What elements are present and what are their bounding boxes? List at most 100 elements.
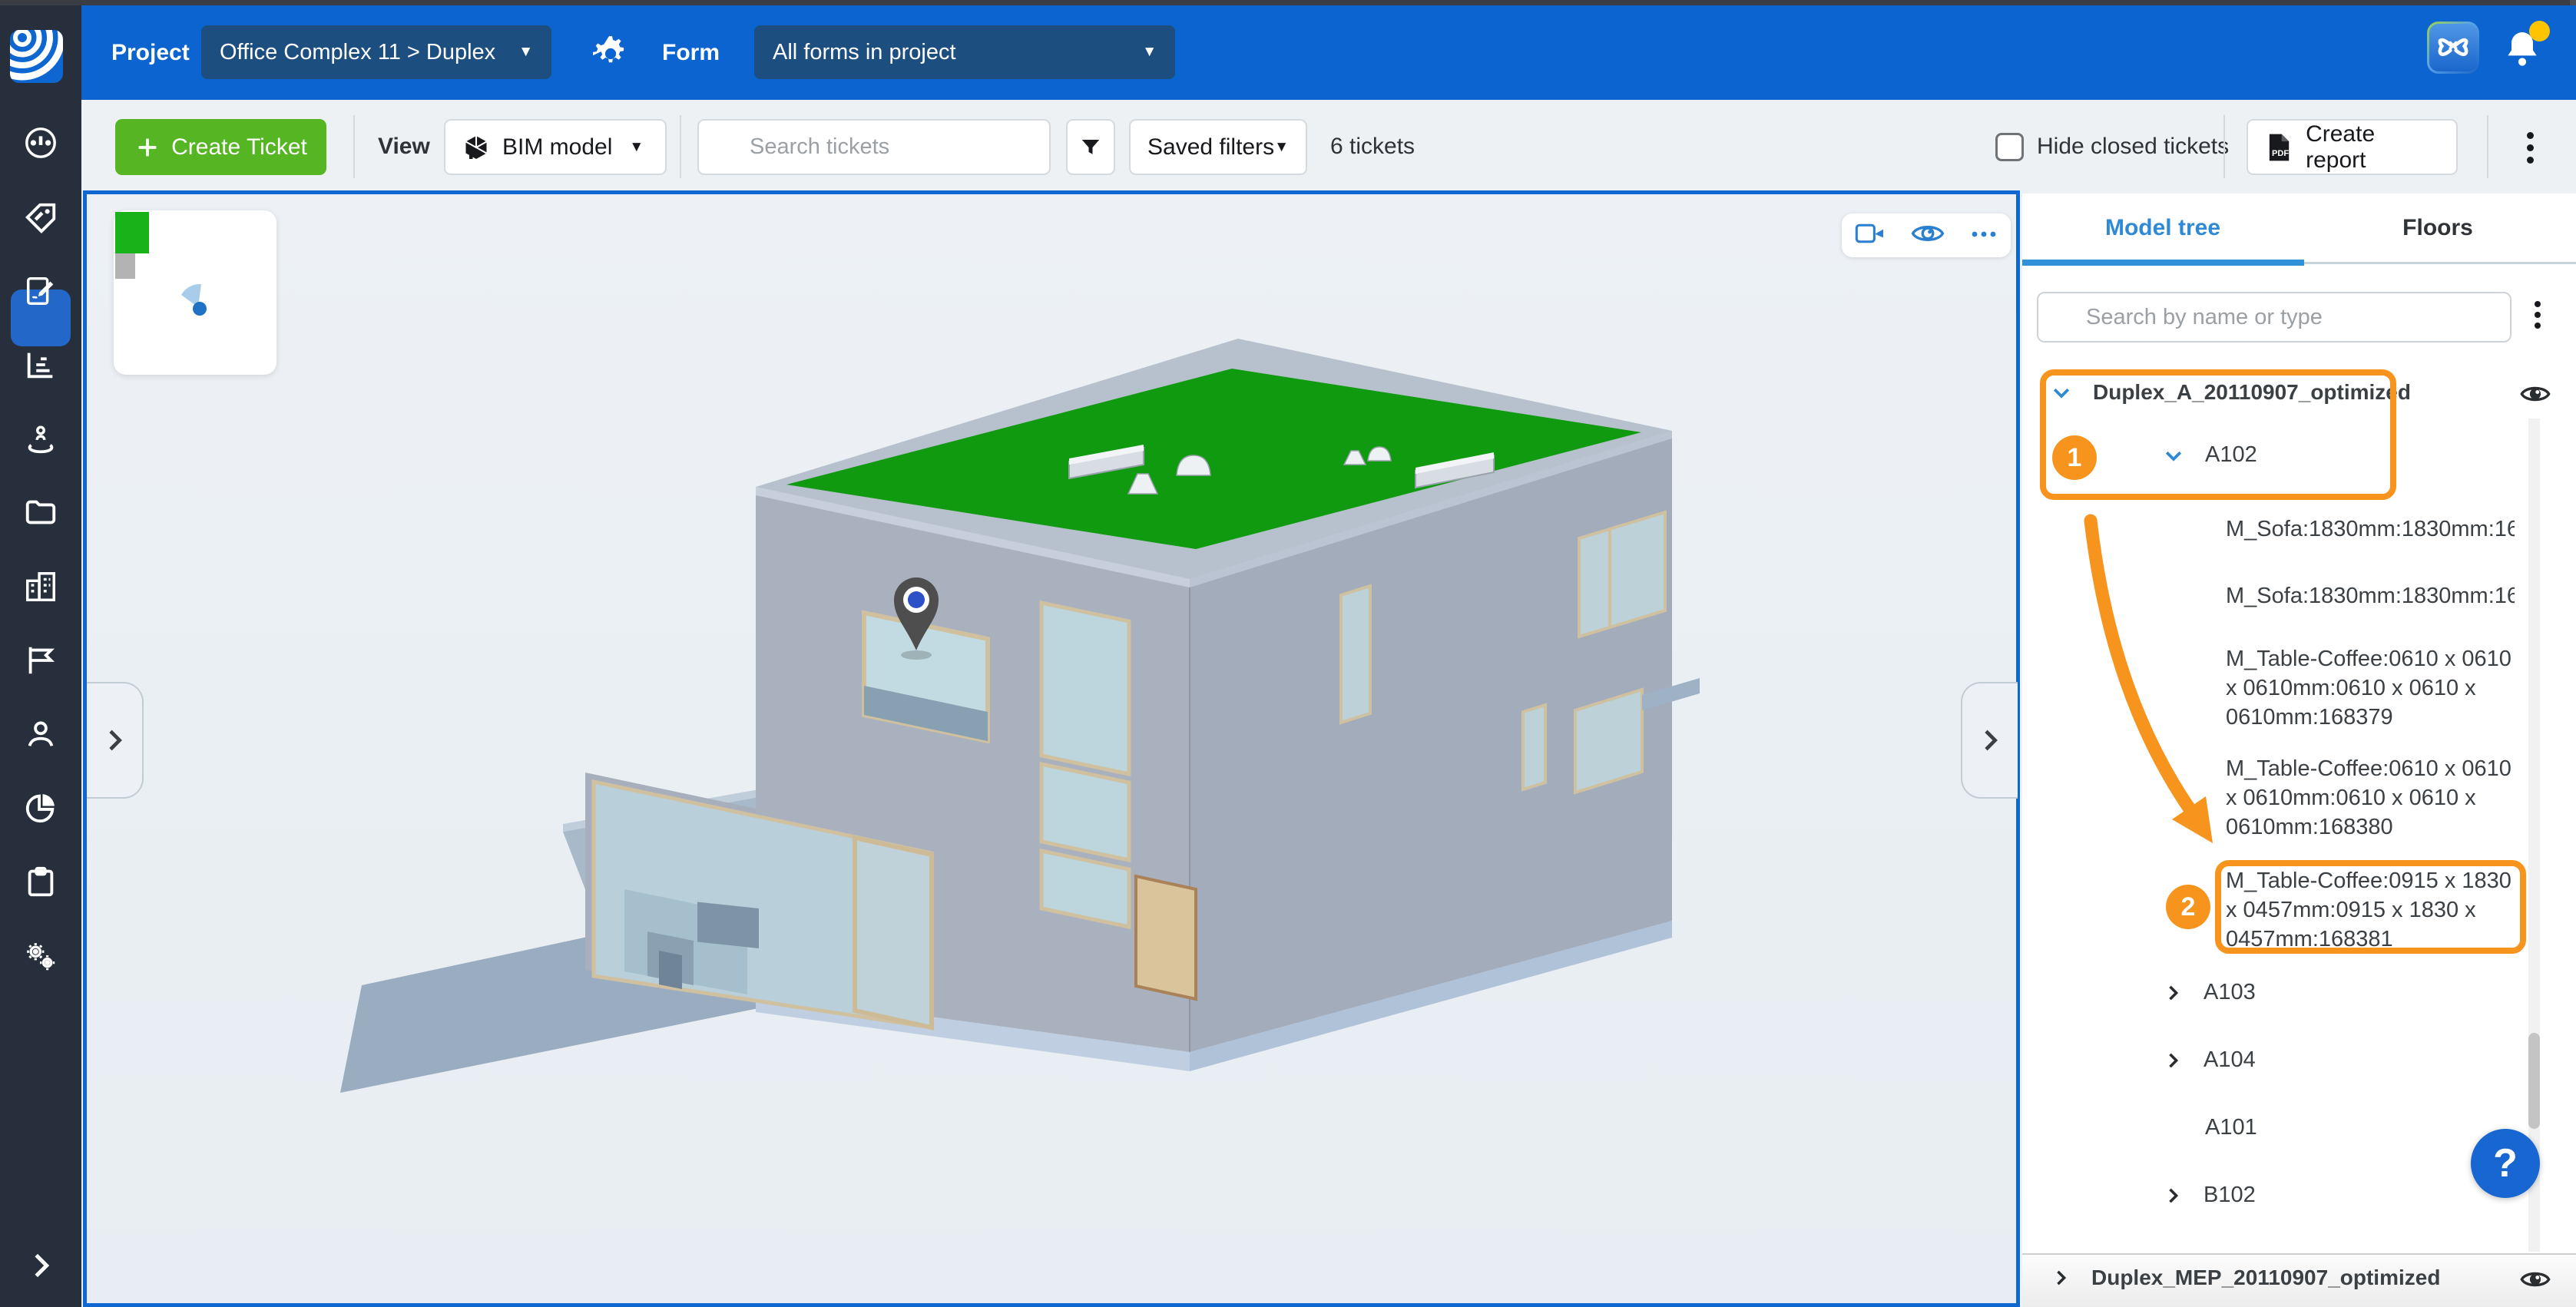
project-dropdown[interactable]: Office Complex 11 > Duplex ▼: [201, 25, 551, 79]
tree-node-a104[interactable]: A104: [2162, 1047, 2256, 1073]
chevron-down-icon: ▼: [1274, 139, 1289, 156]
view-label: View: [378, 100, 430, 194]
sidebar-item-flag[interactable]: [23, 643, 58, 678]
saved-filters-dropdown[interactable]: Saved filters ▼: [1129, 119, 1307, 175]
tree-node-table-168380[interactable]: M_Table-Coffee:0610 x 0610 x 0610mm:0610…: [2226, 754, 2516, 842]
tree-node-table-168379[interactable]: M_Table-Coffee:0610 x 0610 x 0610mm:0610…: [2226, 644, 2516, 732]
tree-node-b102[interactable]: B102: [2162, 1183, 2256, 1208]
divider: [680, 115, 681, 178]
tree-node-a102[interactable]: A102: [2162, 442, 2257, 468]
sidebar-item-statistics[interactable]: [23, 347, 58, 382]
toolbar-overflow-menu[interactable]: [2523, 127, 2537, 169]
tree-node-table-168381[interactable]: M_Table-Coffee:0915 x 1830 x 0457mm:0915…: [2226, 866, 2516, 954]
create-ticket-button[interactable]: Create Ticket: [115, 119, 326, 175]
notification-badge: [2529, 21, 2550, 41]
dalux-logo[interactable]: [10, 30, 63, 83]
tab-model-tree[interactable]: Model tree: [2025, 194, 2301, 261]
expand-left-panel-tab[interactable]: [87, 682, 144, 799]
create-report-button[interactable]: PDF Create report: [2247, 119, 2458, 175]
chevron-right-icon[interactable]: [2162, 1185, 2184, 1206]
project-label: Project: [111, 5, 190, 100]
minimap[interactable]: [114, 210, 276, 375]
filter-button[interactable]: [1066, 119, 1115, 175]
svg-text:PDF: PDF: [2272, 149, 2289, 158]
expand-right-panel-tab[interactable]: [1961, 682, 2018, 799]
chevron-right-icon: [1975, 725, 2005, 756]
chevron-right-icon[interactable]: [2050, 1267, 2071, 1289]
view-mode-dropdown[interactable]: BIM model ▼: [444, 119, 667, 175]
butterfly-logo-icon: [2429, 24, 2477, 71]
tree-node-a103[interactable]: A103: [2162, 980, 2256, 1005]
chevron-right-icon: [99, 725, 130, 756]
minimap-building-footprint: [115, 212, 149, 253]
help-button[interactable]: ?: [2471, 1129, 2540, 1198]
sidebar-item-forms[interactable]: [23, 273, 58, 309]
walkthrough-camera-icon[interactable]: [1855, 220, 1886, 250]
tree-scrollbar-thumb[interactable]: [2528, 1033, 2540, 1129]
annotation-badge-1: 1: [2052, 435, 2097, 480]
chevron-down-icon: ▼: [518, 44, 533, 61]
bim-viewer[interactable]: [83, 190, 2020, 1307]
inactive-tab-underline: [2304, 262, 2576, 264]
top-bar: Project Office Complex 11 > Duplex ▼ For…: [81, 5, 2576, 100]
tree-node-a101[interactable]: A101: [2205, 1115, 2257, 1140]
tree-options-menu[interactable]: [2532, 296, 2543, 333]
visibility-eye-icon[interactable]: [2520, 1268, 2551, 1295]
hide-closed-tickets-label: Hide closed tickets: [2037, 100, 2229, 194]
project-settings-gear-icon[interactable]: [591, 35, 630, 77]
ticket-count: 6 tickets: [1330, 100, 1415, 194]
form-dropdown[interactable]: All forms in project ▼: [754, 25, 1175, 79]
model-tree-panel: Model tree Floors Duplex_A_20110907_opti…: [2022, 194, 2576, 1307]
annotation-badge-2: 2: [2166, 885, 2210, 929]
tree-node-duplex-mep-row[interactable]: Duplex_MEP_20110907_optimized: [2022, 1253, 2576, 1307]
divider: [353, 115, 355, 178]
sidebar-item-buildings[interactable]: [23, 569, 58, 604]
hide-closed-tickets-checkbox[interactable]: [1995, 133, 2024, 161]
divider: [2487, 115, 2488, 178]
divider: [2223, 115, 2225, 178]
chevron-down-icon: ▼: [629, 139, 644, 156]
minimap-patio-footprint: [115, 253, 135, 279]
entry-door: [1136, 876, 1196, 999]
minimap-camera-indicator: [175, 278, 229, 324]
tree-node-duplex-a[interactable]: Duplex_A_20110907_optimized: [2050, 380, 2411, 405]
form-dropdown-value: All forms in project: [773, 40, 956, 65]
window-top-edge: [0, 0, 2576, 5]
sidebar-item-analytics-pie-icon[interactable]: [23, 790, 58, 826]
plus-icon: [134, 134, 161, 160]
chevron-right-icon[interactable]: [2162, 982, 2184, 1004]
active-tab-underline: [2022, 260, 2304, 266]
funnel-icon: [1079, 136, 1102, 159]
app-root: Project Office Complex 11 > Duplex ▼ For…: [0, 0, 2576, 1307]
sidebar-item-dashboard[interactable]: [23, 125, 58, 160]
tab-floors[interactable]: Floors: [2300, 194, 2576, 261]
twinbim-app-button[interactable]: [2427, 22, 2479, 74]
sidebar-item-settings-gears-icon[interactable]: [23, 938, 58, 974]
visibility-eye-icon[interactable]: [1911, 221, 1945, 250]
bim-model-3d[interactable]: [87, 194, 2016, 1303]
chevron-down-icon: ▼: [1142, 44, 1157, 61]
sidebar-item-tickets-tag-icon[interactable]: [23, 200, 58, 236]
tree-node-sofa-2[interactable]: M_Sofa:1830mm:1830mm:168: [2226, 584, 2515, 609]
tree-search-input[interactable]: [2037, 292, 2511, 342]
project-dropdown-value: Office Complex 11 > Duplex: [220, 40, 495, 65]
viewer-controls: [1842, 213, 2011, 257]
logo-column: [0, 5, 81, 100]
sidebar-expand-chevron-icon[interactable]: [23, 1248, 58, 1283]
sidebar-item-locate-person[interactable]: [23, 421, 58, 456]
bim-cube-icon: [462, 134, 490, 161]
view-mode-value: BIM model: [502, 134, 612, 160]
viewer-more-icon[interactable]: [1970, 229, 1998, 243]
tree-node-sofa-1[interactable]: M_Sofa:1830mm:1830mm:168: [2226, 517, 2515, 542]
chevron-down-icon[interactable]: [2162, 444, 2185, 467]
sidebar-item-files-folder-icon[interactable]: [23, 495, 58, 530]
search-tickets-input[interactable]: [697, 119, 1051, 175]
chevron-down-icon[interactable]: [2050, 381, 2073, 404]
sidebar-item-profile[interactable]: [23, 716, 58, 752]
chevron-right-icon[interactable]: [2162, 1050, 2184, 1071]
pdf-file-icon: PDF: [2266, 133, 2292, 162]
sidebar-item-clipboard[interactable]: [23, 864, 58, 899]
saved-filters-label: Saved filters: [1147, 134, 1274, 160]
form-label: Form: [662, 5, 720, 100]
visibility-eye-icon[interactable]: [2520, 382, 2551, 409]
